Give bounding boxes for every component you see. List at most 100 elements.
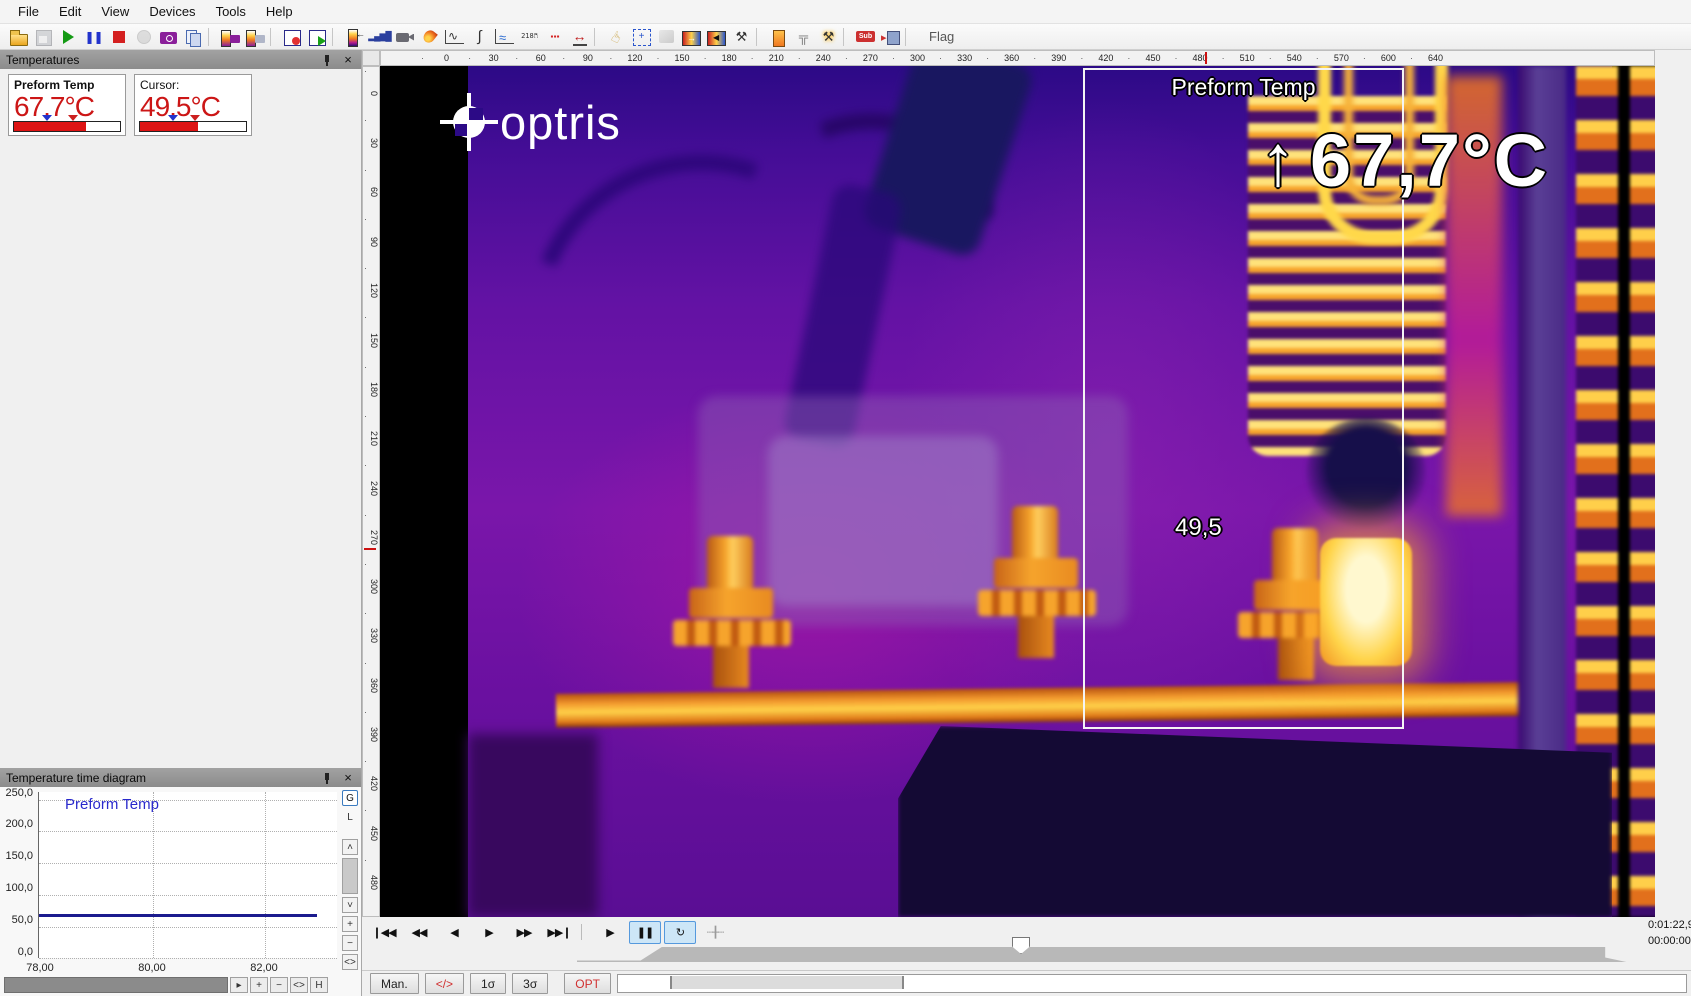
thermal-hot-bolt <box>978 506 1096 658</box>
curve-icon[interactable] <box>467 26 492 48</box>
copy-icon[interactable] <box>181 26 206 48</box>
save-export-icon[interactable] <box>878 26 903 48</box>
gauge-marker-high[interactable] <box>68 115 78 121</box>
scroll-down-button[interactable]: ˅ <box>342 897 358 913</box>
fast-forward-button[interactable]: ▶▶ <box>508 921 540 944</box>
menu-item-Edit[interactable]: Edit <box>49 1 91 22</box>
grey-image-icon[interactable] <box>654 26 679 48</box>
save-icon[interactable] <box>31 26 56 48</box>
tools-icon[interactable] <box>729 26 754 48</box>
snapshot-camera-icon[interactable] <box>156 26 181 48</box>
timeline-track[interactable] <box>577 947 1637 962</box>
fit-width-button[interactable]: <> <box>342 954 358 970</box>
skip-start-button[interactable]: ❙◀◀ <box>368 921 400 944</box>
scroll-right-button[interactable]: ▸ <box>230 977 248 993</box>
gauge-marker-low[interactable] <box>42 115 52 121</box>
thermal-image-view[interactable]: optris Preform Temp ↑ 67,7°C 49,5 <box>380 66 1655 917</box>
pin-icon[interactable] <box>321 54 333 66</box>
flag-button[interactable]: Flag <box>919 27 964 46</box>
save-image-icon[interactable] <box>218 26 243 48</box>
subtract-icon[interactable] <box>853 26 878 48</box>
histogram-icon[interactable] <box>367 26 392 48</box>
ruler-cursor-y <box>364 548 376 550</box>
fit-x-button[interactable]: <> <box>290 977 308 993</box>
time-diagram-plot[interactable]: Preform Temp <box>38 792 337 958</box>
record-icon[interactable] <box>131 26 156 48</box>
digits-display-icon[interactable] <box>517 26 542 48</box>
fast-rewind-button[interactable]: ◀◀ <box>403 921 435 944</box>
chart-series-line <box>39 914 317 917</box>
code-button[interactable]: </> <box>425 973 464 994</box>
gauge-marker-low[interactable] <box>168 115 178 121</box>
global-scale-button[interactable]: G <box>342 790 358 806</box>
close-icon[interactable]: × <box>341 770 355 785</box>
red-dashes-icon[interactable] <box>542 26 567 48</box>
zoom-in-button[interactable]: + <box>342 916 358 932</box>
loop-button[interactable]: ↻ <box>664 921 696 944</box>
export-image-icon[interactable] <box>243 26 268 48</box>
play-icon[interactable] <box>56 26 81 48</box>
zoom-area-icon[interactable] <box>629 26 654 48</box>
stop-icon[interactable] <box>106 26 131 48</box>
y-tick-label: 50,0 <box>0 914 33 926</box>
reading-label: Preform Temp <box>14 78 120 92</box>
sigma3-button[interactable]: 3σ <box>512 973 548 994</box>
isotherm-icon[interactable] <box>704 26 729 48</box>
multi-chart-icon[interactable] <box>492 26 517 48</box>
tools-config-icon[interactable] <box>816 26 841 48</box>
hand-pointer-icon[interactable] <box>604 26 629 48</box>
horizontal-ruler[interactable]: 0306090120150180210240270300330360390420… <box>380 50 1655 66</box>
temperatures-panel-title: Temperatures <box>6 53 79 67</box>
menu-item-Help[interactable]: Help <box>256 1 303 22</box>
menu-item-View[interactable]: View <box>91 1 139 22</box>
sigma1-button[interactable]: 1σ <box>470 973 506 994</box>
measure-range-icon[interactable] <box>567 26 592 48</box>
hcell-420: 420 <box>1082 51 1129 65</box>
zoom-out-x-button[interactable]: − <box>270 977 288 993</box>
hcell-300: 300 <box>894 51 941 65</box>
t-pipe-icon[interactable] <box>791 26 816 48</box>
pin-icon[interactable] <box>321 772 333 784</box>
hotspot-icon[interactable] <box>417 26 442 48</box>
scroll-up-button[interactable]: ˄ <box>342 839 358 855</box>
zoom-out-button[interactable]: − <box>342 935 358 951</box>
chart-horizontal-scrollbar[interactable] <box>4 977 228 993</box>
hcell-600: 600 <box>1365 51 1412 65</box>
open-icon[interactable] <box>6 26 31 48</box>
profile-chart-icon[interactable] <box>442 26 467 48</box>
chart-vertical-scrollbar[interactable] <box>342 858 358 894</box>
vertical-ruler[interactable]: 0306090120150180210240270300330360390420… <box>362 66 380 917</box>
gridline <box>39 927 337 928</box>
status-range-bar[interactable] <box>670 976 904 989</box>
reading-preform: Preform Temp 67,7°C <box>8 74 126 136</box>
layout-play-icon[interactable] <box>305 26 330 48</box>
local-scale-button[interactable]: L <box>342 809 358 825</box>
menu-item-Tools[interactable]: Tools <box>206 1 256 22</box>
palette-icon[interactable] <box>342 26 367 48</box>
hcell-30: 30 <box>470 51 517 65</box>
pause-button[interactable]: ❚❚ <box>629 921 661 944</box>
chart-side-controls: G L ˄ ˅ + − <> <box>340 790 360 970</box>
range-slider-button[interactable]: ┄╂┄ <box>699 921 731 944</box>
ruler-cursor-x <box>1205 52 1207 64</box>
secondary-time: 00:00:00 <box>1648 933 1688 949</box>
door-icon[interactable] <box>766 26 791 48</box>
cursor-temperature-value: 49,5 <box>1175 514 1222 542</box>
zoom-in-x-button[interactable]: + <box>250 977 268 993</box>
step-back-button[interactable]: ◀ <box>438 921 470 944</box>
opt-button[interactable]: OPT <box>564 973 611 994</box>
play-button[interactable]: ▶ <box>594 921 626 944</box>
palette-arrow-icon[interactable] <box>679 26 704 48</box>
gauge-marker-high[interactable] <box>190 115 200 121</box>
pause-icon[interactable] <box>81 26 106 48</box>
menu-item-File[interactable]: File <box>8 1 49 22</box>
close-icon[interactable]: × <box>341 52 355 67</box>
step-forward-button[interactable]: ▶ <box>473 921 505 944</box>
menu-item-Devices[interactable]: Devices <box>139 1 205 22</box>
skip-end-button[interactable]: ▶▶❙ <box>543 921 575 944</box>
layout-red-icon[interactable] <box>280 26 305 48</box>
hold-button[interactable]: H <box>310 977 328 993</box>
manual-mode-button[interactable]: Man. <box>370 973 419 994</box>
status-progress-track[interactable] <box>617 974 1687 993</box>
video-camera-icon[interactable] <box>392 26 417 48</box>
